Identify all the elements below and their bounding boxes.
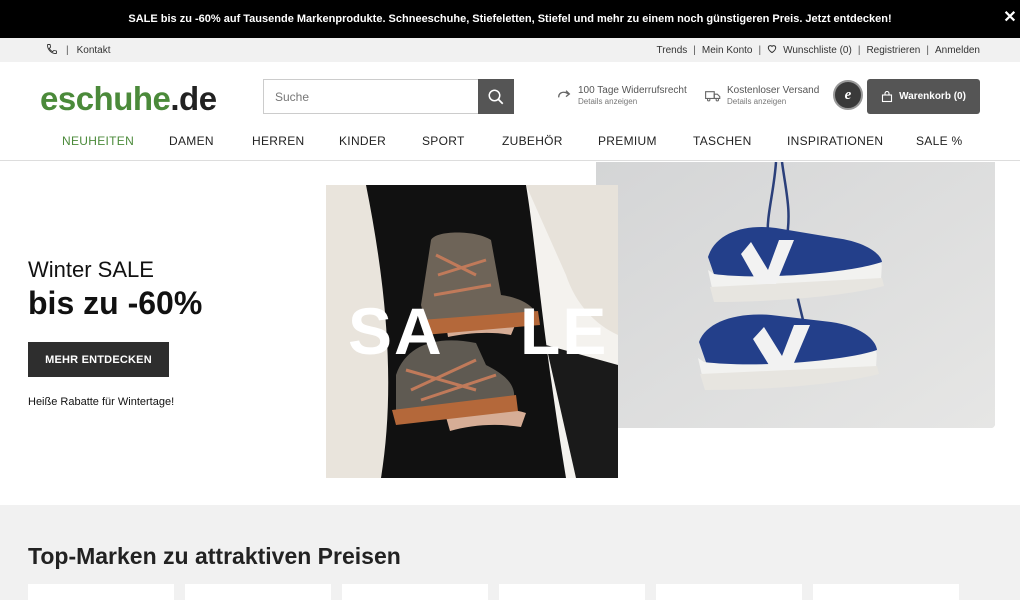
sale-text-left: SA [348, 294, 444, 368]
separator: | [693, 44, 696, 56]
nav-item-sport[interactable]: SPORT [422, 134, 465, 148]
separator: | [926, 44, 929, 56]
nav-item-neuheiten[interactable]: NEUHEITEN [62, 134, 134, 148]
nav-item-inspirationen[interactable]: INSPIRATIONEN [787, 134, 883, 148]
logo-text-domain: .de [170, 80, 217, 117]
sale-boots-image[interactable]: SA LE [326, 185, 618, 478]
sale-text-right: LE [520, 294, 609, 368]
nav-item-sale[interactable]: SALE % [916, 134, 963, 148]
usp-shipping[interactable]: Kostenloser Versand Details anzeigen [705, 85, 819, 107]
main-navigation: NEUHEITEN DAMEN HERREN KINDER SPORT ZUBE… [0, 128, 1020, 161]
nav-item-taschen[interactable]: TASCHEN [693, 134, 752, 148]
separator: | [758, 44, 762, 56]
nav-item-kinder[interactable]: KINDER [339, 134, 386, 148]
service-bar: | Kontakt Trends | Mein Konto | Wunschli… [0, 38, 1020, 62]
brand-card[interactable] [813, 584, 959, 600]
site-logo[interactable]: eschuhe.de [40, 80, 217, 118]
brand-card[interactable] [342, 584, 488, 600]
nav-item-herren[interactable]: HERREN [252, 134, 304, 148]
trusted-shops-badge[interactable]: e [833, 80, 863, 110]
usp-return-title: 100 Tage Widerrufsrecht [578, 85, 687, 96]
top-brands-section: Top-Marken zu attraktiven Preisen [0, 505, 1020, 600]
search-icon [488, 89, 504, 104]
brand-card[interactable] [656, 584, 802, 600]
bag-icon [882, 90, 893, 102]
service-bar-left: | Kontakt [46, 43, 111, 58]
cart-label: Warenkorb (0) [899, 91, 966, 102]
phone-icon[interactable] [46, 43, 58, 58]
nav-item-premium[interactable]: PREMIUM [598, 134, 657, 148]
promo-banner[interactable]: SALE bis zu -60% auf Tausende Markenprod… [0, 0, 1020, 38]
nav-item-zubehoer[interactable]: ZUBEHÖR [502, 134, 563, 148]
search-bar [263, 79, 514, 114]
nav-item-damen[interactable]: DAMEN [169, 134, 214, 148]
close-icon[interactable]: ✕ [1002, 9, 1018, 27]
service-bar-right: Trends | Mein Konto | Wunschliste (0) | … [657, 44, 980, 56]
usp-shipping-title: Kostenloser Versand [727, 85, 820, 96]
cart-button[interactable]: Warenkorb (0) [867, 79, 980, 114]
return-arrow-icon [558, 90, 571, 98]
top-brands-heading: Top-Marken zu attraktiven Preisen [28, 543, 401, 569]
hero-title: bis zu -60% [28, 285, 203, 321]
brand-card[interactable] [499, 584, 645, 600]
usp-return[interactable]: 100 Tage Widerrufsrecht Details anzeigen [556, 85, 687, 107]
separator: | [66, 45, 69, 56]
hero-note: Heiße Rabatte für Wintertage! [28, 396, 175, 408]
usp-return-details[interactable]: Details anzeigen [578, 97, 687, 107]
brand-card[interactable] [185, 584, 331, 600]
search-button[interactable] [478, 79, 514, 114]
discover-more-button[interactable]: MEHR ENTDECKEN [28, 342, 169, 377]
account-link[interactable]: Mein Konto [702, 45, 753, 56]
sneakers-image[interactable] [596, 162, 995, 428]
truck-icon [705, 91, 721, 102]
search-input[interactable] [264, 80, 479, 113]
logo-text-main: eschuhe [40, 80, 171, 117]
brand-card[interactable] [28, 584, 174, 600]
promo-text[interactable]: SALE bis zu -60% auf Tausende Markenprod… [128, 13, 891, 25]
trends-link[interactable]: Trends [657, 45, 688, 56]
trust-badge-letter: e [844, 86, 852, 103]
login-link[interactable]: Anmelden [935, 45, 980, 56]
register-link[interactable]: Registrieren [866, 45, 920, 56]
heart-icon[interactable] [767, 44, 777, 56]
contact-link[interactable]: Kontakt [77, 45, 111, 56]
separator: | [857, 44, 861, 56]
wishlist-link[interactable]: Wunschliste (0) [783, 45, 852, 56]
usp-shipping-details[interactable]: Details anzeigen [727, 97, 819, 107]
hero-subtitle: Winter SALE [28, 257, 154, 282]
